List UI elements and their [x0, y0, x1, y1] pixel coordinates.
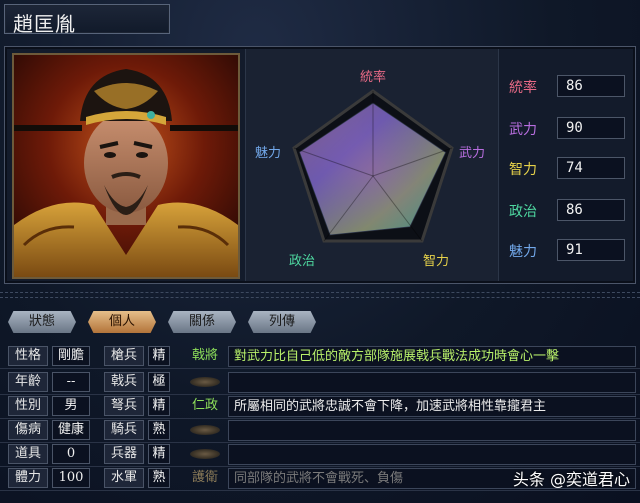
troop-aptitude-label: 騎兵: [104, 420, 144, 440]
character-name-box: 趙匡胤: [4, 4, 170, 36]
troop-aptitude-value: 精: [148, 396, 170, 416]
tab-status[interactable]: 狀態: [8, 311, 76, 333]
stat-value: 86: [557, 75, 625, 97]
portrait-image: [14, 55, 238, 277]
personal-attr-value: 0: [52, 444, 90, 464]
personal-attr-label: 性別: [8, 396, 48, 416]
troop-aptitude-label: 水軍: [104, 468, 144, 488]
personal-attr-value: 100: [52, 468, 90, 488]
radar-label-leadership: 統率: [360, 69, 386, 85]
section-divider: [0, 292, 640, 298]
skill-empty-slot: [190, 449, 220, 459]
troop-aptitude-label: 槍兵: [104, 346, 144, 366]
row-separator: [0, 490, 640, 491]
row-separator: [0, 442, 640, 443]
radar-svg: 統率 武力 智力 政治 魅力: [255, 69, 485, 269]
tab-relations[interactable]: 關係: [168, 311, 236, 333]
skill-description: [228, 372, 636, 393]
stat-label: 智力: [509, 162, 537, 178]
personal-attr-label: 傷病: [8, 420, 48, 440]
personal-attr-value: 剛膽: [52, 346, 90, 366]
stat-label: 統率: [509, 80, 537, 96]
personal-attr-label: 性格: [8, 346, 48, 366]
personal-attr-value: 男: [52, 396, 90, 416]
radar-label-politics: 政治: [289, 254, 315, 269]
stat-row-charisma: 魅力 91: [509, 239, 629, 261]
skill-description: 對武力比自己低的敵方部隊施展戟兵戰法成功時會心一擊: [228, 346, 636, 367]
watermark: 头条 @奕道君心: [512, 470, 630, 489]
troop-aptitude-label: 兵器: [104, 444, 144, 464]
stat-row-leadership: 統率 86: [509, 75, 629, 97]
skill-empty-slot: [190, 377, 220, 387]
character-name: 趙匡胤: [13, 12, 76, 36]
troop-aptitude-value: 熟: [148, 468, 170, 488]
ability-radar-chart: 統率 武力 智力 政治 魅力: [245, 49, 499, 281]
troop-aptitude-value: 精: [148, 346, 170, 366]
radar-label-intelligence: 智力: [423, 254, 449, 269]
troop-aptitude-value: 熟: [148, 420, 170, 440]
stat-value: 74: [557, 157, 625, 179]
tab-personal[interactable]: 個人: [88, 311, 156, 333]
stat-value: 91: [557, 239, 625, 261]
main-info-panel: 統率 武力 智力 政治 魅力 統率 86 武力 90 智力 74 政治 86 魅…: [4, 46, 636, 284]
personal-attr-value: 健康: [52, 420, 90, 440]
skill-description: [228, 444, 636, 465]
stat-list: 統率 86 武力 90 智力 74 政治 86 魅力 91: [501, 49, 633, 281]
personal-attr-value: --: [52, 372, 90, 392]
skill-description: [228, 420, 636, 441]
skill-name: 戟將: [191, 348, 218, 363]
personal-attr-label: 體力: [8, 468, 48, 488]
skill-description: 所屬相同的武將忠誠不會下降，加速武將相性靠攏君主: [228, 396, 636, 417]
stat-row-war: 武力 90: [509, 117, 629, 139]
troop-aptitude-label: 弩兵: [104, 396, 144, 416]
radar-label-charisma: 魅力: [255, 146, 281, 161]
stat-value: 86: [557, 199, 625, 221]
stat-label: 武力: [509, 122, 537, 138]
troop-aptitude-value: 精: [148, 444, 170, 464]
troop-aptitude-value: 極: [148, 372, 170, 392]
stat-value: 90: [557, 117, 625, 139]
row-separator: [0, 394, 640, 395]
stat-row-intelligence: 智力 74: [509, 157, 629, 179]
row-separator: [0, 418, 640, 419]
stat-row-politics: 政治 86: [509, 199, 629, 221]
row-separator: [0, 368, 640, 369]
skill-empty-slot: [190, 425, 220, 435]
stat-label: 政治: [509, 204, 537, 220]
skill-name: 護衛: [191, 470, 218, 485]
personal-attr-label: 道具: [8, 444, 48, 464]
stat-label: 魅力: [509, 244, 537, 260]
skill-name: 仁政: [191, 398, 218, 413]
tab-biography[interactable]: 列傳: [248, 311, 316, 333]
troop-aptitude-label: 戟兵: [104, 372, 144, 392]
radar-label-war: 武力: [459, 146, 485, 161]
personal-attr-label: 年齡: [8, 372, 48, 392]
character-portrait: [12, 53, 240, 279]
